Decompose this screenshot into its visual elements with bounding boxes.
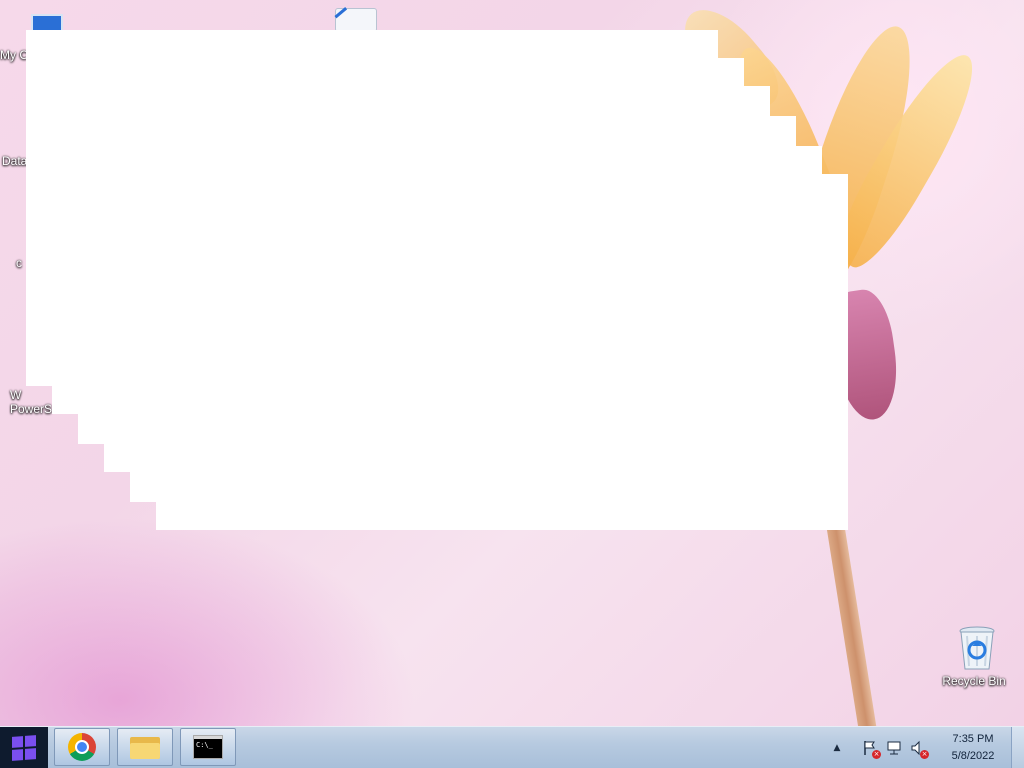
network-icon[interactable] <box>885 739 903 757</box>
cmd-icon: C:\_ <box>193 735 223 759</box>
folder-icon <box>130 735 160 759</box>
window-blank-6[interactable] <box>156 174 848 530</box>
clock-time: 7:35 PM <box>952 732 994 745</box>
desktop-icon-label: Recycle Bin <box>942 674 1006 688</box>
start-button[interactable] <box>0 727 48 768</box>
chrome-icon <box>68 733 96 761</box>
show-desktop-button[interactable] <box>1011 727 1024 768</box>
desktop-icon-recycle-bin[interactable]: Recycle Bin <box>938 626 1010 688</box>
volume-muted-icon[interactable]: × <box>909 739 929 759</box>
windows-logo-icon <box>12 734 36 761</box>
taskbar-chrome-button[interactable] <box>54 728 110 766</box>
clock[interactable]: 7:35 PM 5/8/2022 <box>938 731 1008 765</box>
desktop[interactable]: My C ☒ Data c W PowerS <box>0 0 1024 726</box>
recycle-bin-icon <box>957 626 995 672</box>
action-center-flag-icon[interactable]: × <box>861 739 881 759</box>
taskbar-cmd-button[interactable]: C:\_ <box>180 728 236 766</box>
taskbar: C:\_ ▲ × × 7:35 PM 5/8/2022 <box>0 726 1024 768</box>
cmd-icon-glyph: C:\_ <box>196 741 213 749</box>
system-tray: ▲ × × 7:35 PM 5/8/2022 <box>825 727 1008 768</box>
clock-date: 5/8/2022 <box>951 749 995 762</box>
taskbar-file-explorer-button[interactable] <box>117 728 173 766</box>
chevron-up-icon: ▲ <box>833 742 841 753</box>
show-hidden-icons-button[interactable]: ▲ <box>828 739 846 757</box>
